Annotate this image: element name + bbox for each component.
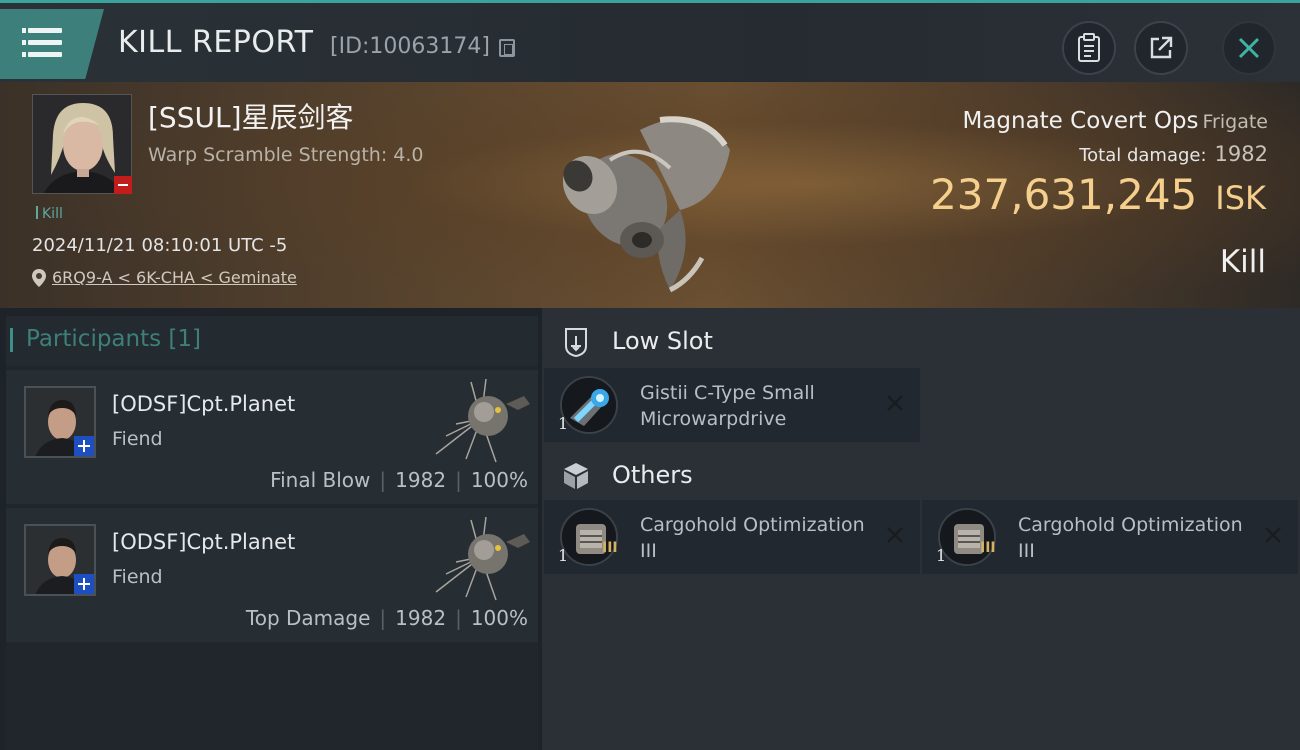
- ship-name: Magnate Covert Ops: [962, 108, 1199, 134]
- page-title: KILL REPORT: [118, 25, 314, 60]
- warp-scramble-strength: Warp Scramble Strength: 4.0: [148, 144, 424, 166]
- participant-role: Top Damage: [245, 606, 371, 630]
- microwarpdrive-icon: [560, 376, 618, 434]
- participants-label: Participants [1]: [10, 326, 201, 352]
- module-name: Cargohold Optimization III: [1018, 514, 1243, 562]
- cargohold-optimization-icon: [938, 508, 996, 566]
- victim-banner: [SSUL]星辰剑客 Warp Scramble Strength: 4.0 K…: [0, 82, 1300, 308]
- isk-value: 237,631,245 ISK: [930, 170, 1266, 219]
- module-item[interactable]: 1 III Cargohold Optimization III: [544, 500, 920, 574]
- participant-stats: Final Blow | 1982 | 100%: [270, 468, 528, 492]
- module-name: Cargohold Optimization III: [640, 514, 865, 562]
- participant-damage: 1982: [395, 606, 447, 630]
- others-section-header: Others: [542, 448, 1300, 504]
- clipboard-icon: [1078, 33, 1100, 62]
- isk-amount: 237,631,245: [930, 170, 1198, 219]
- module-quantity: 1: [558, 546, 569, 565]
- module-item[interactable]: 1 Gistii C-Type Small Microwarpdrive: [544, 368, 920, 442]
- close-icon: [1238, 37, 1260, 59]
- module-item[interactable]: 1 III Cargohold Optimization III: [922, 500, 1298, 574]
- report-id: [ID:10063174]: [330, 34, 490, 59]
- participant-role: Final Blow: [270, 468, 371, 492]
- participant-name[interactable]: [ODSF]Cpt.Planet: [112, 530, 295, 554]
- clipboard-button[interactable]: [1062, 21, 1116, 75]
- participant-name[interactable]: [ODSF]Cpt.Planet: [112, 392, 295, 416]
- participant-row[interactable]: [ODSF]Cpt.Planet Fiend Final Blow | 1982 | 1…: [6, 370, 538, 504]
- participant-row[interactable]: [ODSF]Cpt.Planet Fiend Top Damage | 1982 | 1…: [6, 508, 538, 642]
- total-damage-label: Total damage:: [1079, 145, 1207, 166]
- participants-header: Participants [1]: [6, 316, 538, 366]
- kill-location[interactable]: 6RQ9-A < 6K-CHA < Geminate: [32, 268, 297, 287]
- module-name: Gistii C-Type Small Microwarpdrive: [640, 382, 815, 430]
- tech-level-badge: III: [602, 540, 618, 556]
- module-quantity: 1: [936, 546, 947, 565]
- victim-ship[interactable]: Magnate Covert Ops Frigate: [962, 108, 1268, 134]
- isk-unit: ISK: [1215, 179, 1266, 217]
- ship-image: [562, 116, 730, 293]
- close-button[interactable]: [1222, 21, 1276, 75]
- menu-button[interactable]: [0, 9, 104, 79]
- positive-standing-badge: [74, 436, 94, 456]
- low-slot-label: Low Slot: [612, 327, 713, 355]
- top-bar: KILL REPORT [ID:10063174]: [0, 0, 1300, 82]
- participant-percent: 100%: [470, 606, 528, 630]
- participant-ship: Fiend: [112, 428, 163, 450]
- location-link[interactable]: 6RQ9-A < 6K-CHA < Geminate: [52, 268, 297, 287]
- kill-result: Kill: [1219, 244, 1266, 280]
- share-icon: [1150, 36, 1173, 59]
- low-slot-section-header: Low Slot: [542, 314, 1300, 370]
- participant-ship-image: [435, 378, 530, 463]
- others-label: Others: [612, 461, 693, 489]
- copy-icon[interactable]: [499, 39, 515, 57]
- positive-standing-badge: [74, 574, 94, 594]
- x-icon: [887, 527, 903, 543]
- participant-damage: 1982: [395, 468, 447, 492]
- total-damage: Total damage: 1982: [1079, 142, 1268, 166]
- participant-percent: 100%: [470, 468, 528, 492]
- tech-level-badge: III: [980, 540, 996, 556]
- share-button[interactable]: [1134, 21, 1188, 75]
- x-icon: [1265, 527, 1281, 543]
- kill-tag: Kill: [36, 206, 63, 222]
- fittings-panel: Low Slot 1 Gistii C-Type Small Microwarp…: [542, 308, 1300, 750]
- participant-ship-image: [435, 516, 530, 601]
- module-quantity: 1: [558, 414, 569, 433]
- x-icon: [887, 395, 903, 411]
- victim-name[interactable]: [SSUL]星辰剑客: [148, 96, 354, 136]
- low-slot-icon: [565, 328, 587, 358]
- total-damage-value: 1982: [1214, 142, 1268, 166]
- cargohold-optimization-icon: [560, 508, 618, 566]
- cube-icon: [564, 463, 588, 489]
- participant-stats: Top Damage | 1982 | 100%: [245, 606, 528, 630]
- negative-standing-badge: [114, 176, 132, 194]
- ship-class: Frigate: [1202, 111, 1268, 133]
- participants-panel: Participants [1] [ODSF]Cpt.Planet Fiend: [6, 316, 538, 750]
- participant-ship: Fiend: [112, 566, 163, 588]
- location-pin-icon: [32, 268, 46, 287]
- kill-datetime: 2024/11/21 08:10:01 UTC -5: [32, 235, 288, 256]
